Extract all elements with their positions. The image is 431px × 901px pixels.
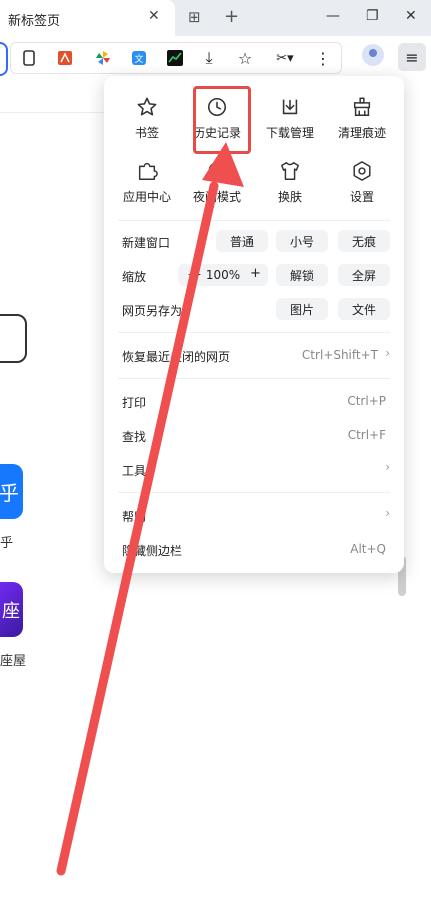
arrow-head	[202, 142, 244, 187]
annotation-arrow	[56, 142, 244, 876]
arrow-shaft	[56, 181, 219, 876]
